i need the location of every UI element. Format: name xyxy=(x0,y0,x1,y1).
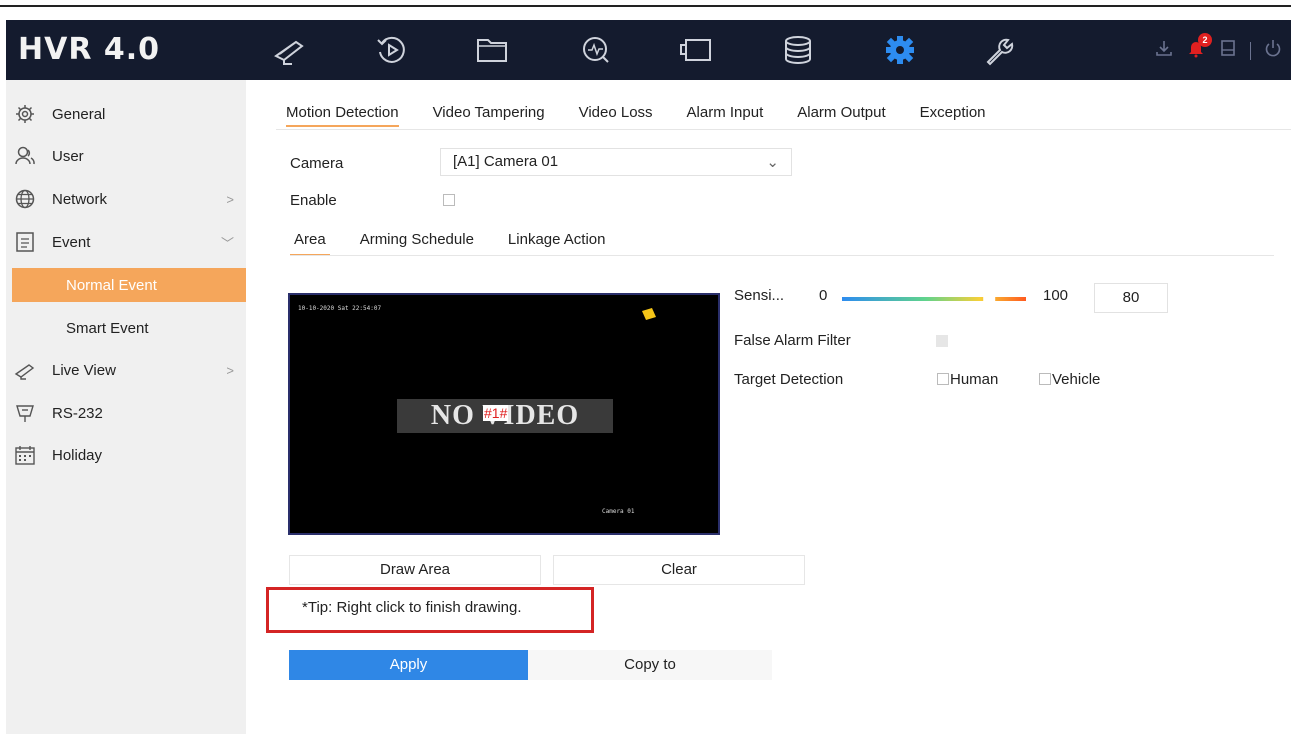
subtabs-divider xyxy=(290,255,1274,256)
camera-select[interactable]: [A1] Camera 01 ⌄ xyxy=(440,148,792,176)
power-icon[interactable] xyxy=(1263,38,1283,63)
camera-icon[interactable] xyxy=(674,32,718,68)
alarm-bell-icon[interactable]: 2 xyxy=(1186,33,1212,63)
sidebar-item-label: User xyxy=(52,147,84,165)
chevron-right-icon: > xyxy=(226,191,234,207)
sidebar: General User Network > Event ﹀ Normal Ev… xyxy=(6,80,246,734)
apply-button[interactable]: Apply xyxy=(289,650,528,680)
sensitivity-input[interactable]: 80 xyxy=(1094,283,1168,313)
chevron-right-icon: > xyxy=(226,362,234,378)
sidebar-item-label: Live View xyxy=(52,361,116,379)
subtab-linkage-action[interactable]: Linkage Action xyxy=(508,231,606,256)
file-management-icon[interactable] xyxy=(470,32,514,68)
log-icon[interactable] xyxy=(1218,38,1238,63)
main-panel: Motion Detection Video Tampering Video L… xyxy=(246,80,1291,734)
sidebar-item-general[interactable]: General xyxy=(14,96,242,132)
system-tray: 2 xyxy=(1154,33,1283,63)
configuration-icon[interactable] xyxy=(878,32,922,68)
gear-icon xyxy=(14,103,36,125)
tip-highlight xyxy=(266,587,594,633)
enable-label: Enable xyxy=(290,192,337,209)
sensitivity-min: 0 xyxy=(819,287,828,304)
camera-select-value: [A1] Camera 01 xyxy=(453,153,559,170)
false-alarm-filter-label: False Alarm Filter xyxy=(734,332,851,349)
sensitivity-max: 100 xyxy=(1043,287,1069,304)
rs232-icon xyxy=(14,402,36,424)
event-icon xyxy=(14,231,36,253)
draw-area-button[interactable]: Draw Area xyxy=(289,555,541,585)
tabs-divider xyxy=(276,129,1291,130)
divider xyxy=(1250,41,1251,60)
event-tabs: Motion Detection Video Tampering Video L… xyxy=(286,104,986,127)
subtab-area[interactable]: Area xyxy=(290,231,330,256)
globe-icon xyxy=(14,188,36,210)
sidebar-item-event[interactable]: Event ﹀ xyxy=(14,224,242,260)
tab-video-loss[interactable]: Video Loss xyxy=(579,104,653,127)
app-logo: HVR 4.0 xyxy=(18,32,161,67)
sidebar-subitem-smart-event[interactable]: Smart Event xyxy=(12,311,246,345)
sidebar-item-label: Network xyxy=(52,190,108,208)
enable-checkbox[interactable] xyxy=(443,194,455,206)
user-icon xyxy=(14,145,36,167)
sidebar-item-live-view[interactable]: Live View > xyxy=(14,352,242,388)
sensitivity-slider[interactable] xyxy=(842,297,1026,301)
chevron-down-icon: ⌄ xyxy=(766,154,779,171)
vehicle-checkbox[interactable] xyxy=(1039,373,1051,385)
tab-exception[interactable]: Exception xyxy=(920,104,986,127)
motion-alarm-icon xyxy=(642,308,656,320)
copy-to-button[interactable]: Copy to xyxy=(528,650,772,680)
tab-video-tampering[interactable]: Video Tampering xyxy=(433,104,545,127)
storage-icon[interactable] xyxy=(776,32,820,68)
video-timestamp: 10-10-2020 Sat 22:54:07 xyxy=(298,305,382,312)
top-navigation-bar: HVR 4.0 2 xyxy=(6,20,1291,80)
sidebar-item-label: General xyxy=(52,105,106,123)
channel-number: #1# xyxy=(483,405,509,421)
sidebar-subitem-normal-event[interactable]: Normal Event xyxy=(12,268,246,302)
human-checkbox[interactable] xyxy=(937,373,949,385)
sidebar-item-label: Event xyxy=(52,233,91,251)
sidebar-item-holiday[interactable]: Holiday xyxy=(14,437,242,473)
motion-subtabs: Area Arming Schedule Linkage Action xyxy=(290,231,606,256)
tab-alarm-output[interactable]: Alarm Output xyxy=(797,104,885,127)
playback-icon[interactable] xyxy=(370,32,414,68)
alarm-count-badge: 2 xyxy=(1198,33,1212,47)
sidebar-item-label: Holiday xyxy=(52,446,103,464)
download-icon[interactable] xyxy=(1154,38,1174,63)
tab-alarm-input[interactable]: Alarm Input xyxy=(687,104,764,127)
subtab-arming-schedule[interactable]: Arming Schedule xyxy=(360,231,474,256)
human-label: Human xyxy=(950,371,999,388)
smart-analysis-icon[interactable] xyxy=(574,32,618,68)
sidebar-item-rs232[interactable]: RS-232 xyxy=(14,395,242,431)
calendar-icon xyxy=(14,444,36,466)
live-view-icon[interactable] xyxy=(268,32,312,68)
tab-motion-detection[interactable]: Motion Detection xyxy=(286,104,399,127)
clear-button[interactable]: Clear xyxy=(553,555,805,585)
sensitivity-label: Sensi... xyxy=(734,287,785,304)
target-detection-label: Target Detection xyxy=(734,371,844,388)
sidebar-item-network[interactable]: Network > xyxy=(14,181,242,217)
video-preview[interactable]: 10-10-2020 Sat 22:54:07 NO VIDEO #1# Cam… xyxy=(288,293,720,535)
false-alarm-filter-checkbox[interactable] xyxy=(936,335,948,347)
camera-label: Camera xyxy=(290,155,344,172)
video-camera-name: Camera 01 xyxy=(602,508,635,515)
sidebar-item-label: RS-232 xyxy=(52,404,103,422)
chevron-down-icon: ﹀ xyxy=(220,235,234,251)
vehicle-label: Vehicle xyxy=(1052,371,1101,388)
live-view-icon xyxy=(14,359,36,381)
maintenance-icon[interactable] xyxy=(978,32,1022,68)
sidebar-item-user[interactable]: User xyxy=(14,138,242,174)
top-border xyxy=(0,0,1291,14)
